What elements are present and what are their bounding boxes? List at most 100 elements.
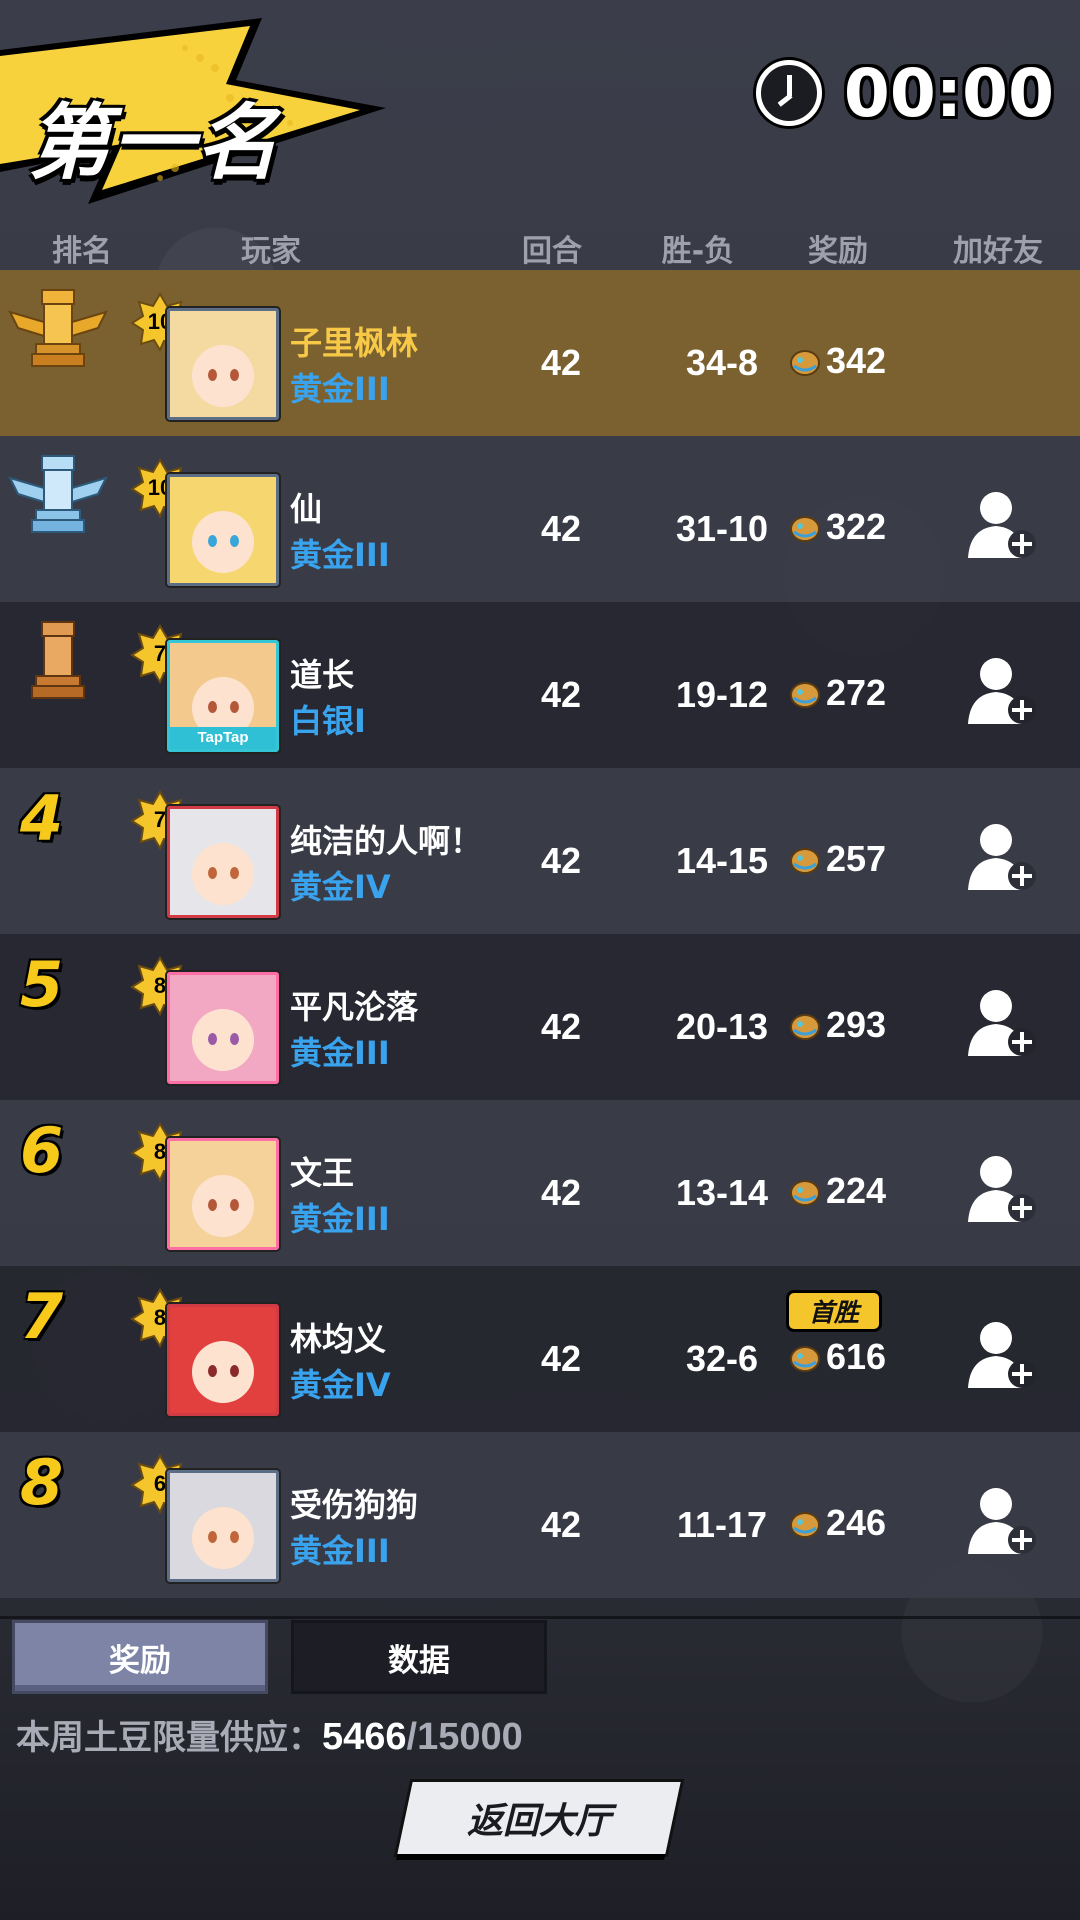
column-headers: 排名 玩家 回合 胜-负 奖励 加好友 [0,226,1080,269]
player-name: 平凡沦落 [290,988,419,1026]
gold-winged-rook-icon [8,289,108,367]
avatar[interactable] [167,1470,279,1582]
player-name: 道长 [290,656,355,694]
supply-current: 5466 [322,1716,407,1758]
add-friend-icon[interactable] [966,820,1038,892]
player-name: 纯洁的人啊！ [290,822,483,860]
tab-data[interactable]: 数据 [291,1620,547,1694]
player-tier: 黄金III [290,1532,390,1570]
player-name: 林均义 [290,1320,387,1358]
add-friend-icon[interactable] [966,488,1038,560]
player-name: 仙 [290,490,323,528]
rank-number: 4 [20,782,64,855]
leaderboard-row[interactable]: 8 6 受伤狗狗 黄金III 42 11-17 246 [0,1432,1080,1598]
avatar[interactable] [167,1138,279,1250]
reward-value: 224 [826,1170,887,1211]
potato-coin-icon [790,1346,820,1372]
placement-title: 第一名 [28,96,280,191]
first-win-badge: 首胜 [786,1290,882,1332]
winloss-value: 14-15 [675,840,769,881]
reward-value: 257 [826,838,887,879]
rounds-value: 42 [540,508,582,549]
back-to-lobby-label: 返回大厅 [466,1801,611,1842]
potato-coin-icon [790,1180,820,1206]
avatar[interactable] [167,972,279,1084]
timer: 00:00 [755,55,1054,132]
rank-number: 5 [20,948,64,1021]
reward-value: 616 [826,1336,887,1377]
add-friend-icon[interactable] [966,986,1038,1058]
potato-coin-icon [790,1512,820,1538]
leaderboard-row[interactable]: 6 8 文王 黄金III 42 13-14 224 [0,1100,1080,1266]
rank-number: 6 [20,1114,64,1187]
reward-value: 322 [826,506,887,547]
winloss-value: 11-17 [676,1504,768,1545]
potato-coin-icon [790,848,820,874]
winloss-value: 13-14 [675,1172,769,1213]
player-name: 受伤狗狗 [290,1486,419,1524]
leaderboard-row[interactable]: 4 7 纯洁的人啊！ 黄金IV 42 14-15 257 [0,768,1080,934]
avatar-frame-label: TapTap [170,727,276,749]
reward-value: 272 [826,672,887,713]
reward: 616 [788,1336,886,1378]
reward: 224 [788,1170,886,1212]
potato-coin-icon [790,1014,820,1040]
header-rounds: 回合 [522,234,582,269]
rank-number: 8 [20,1446,64,1519]
avatar[interactable] [167,474,279,586]
header-add-friend: 加好友 [953,234,1043,269]
reward: 293 [788,1004,886,1046]
avatar[interactable] [167,308,279,420]
placement-banner: 第一名 [0,18,390,208]
potato-coin-icon [790,682,820,708]
avatar[interactable]: TapTap [167,640,279,752]
tab-rewards[interactable]: 奖励 [12,1620,268,1694]
player-tier: 黄金III [290,370,390,408]
reward-value: 246 [826,1502,887,1543]
rounds-value: 42 [540,674,582,715]
winloss-value: 31-10 [675,508,769,549]
player-tier: 黄金III [290,1034,390,1072]
rounds-value: 42 [540,1172,582,1213]
reward: 342 [788,340,886,382]
supply-separator: / [406,1716,418,1758]
reward: 322 [788,506,886,548]
back-to-lobby-button[interactable]: 返回大厅 [397,1782,681,1854]
player-tier: 黄金III [290,536,390,574]
supply-label: 本周土豆限量供应： [16,1718,322,1758]
rounds-value: 42 [540,1006,582,1047]
leaderboard: 10 子里枫林 黄金III 42 34-8 342 10 仙 黄金III 42 … [0,270,1080,1598]
add-friend-icon[interactable] [966,1318,1038,1390]
player-name: 文王 [290,1154,355,1192]
reward-value: 342 [826,340,887,381]
leaderboard-row[interactable]: 7 8 林均义 黄金IV 42 32-6 首胜 616 [0,1266,1080,1432]
weekly-supply: 本周土豆限量供应：5466/15000 [16,1710,523,1759]
leaderboard-row[interactable]: 10 子里枫林 黄金III 42 34-8 342 [0,270,1080,436]
leaderboard-row[interactable]: 7 TapTap 道长 白银I 42 19-12 272 [0,602,1080,768]
rounds-value: 42 [540,840,582,881]
add-friend-icon[interactable] [966,654,1038,726]
add-friend-icon[interactable] [966,1484,1038,1556]
leaderboard-row[interactable]: 5 8 平凡沦落 黄金III 42 20-13 293 [0,934,1080,1100]
leaderboard-row[interactable]: 10 仙 黄金III 42 31-10 322 [0,436,1080,602]
rounds-value: 42 [540,1504,582,1545]
reward: 257 [788,838,886,880]
player-tier: 白银I [290,702,366,740]
add-friend-icon[interactable] [966,1152,1038,1224]
player-tier: 黄金III [290,1200,390,1238]
rank-number: 7 [20,1280,64,1353]
reward-value: 293 [826,1004,887,1045]
potato-coin-icon [790,516,820,542]
rounds-value: 42 [540,1338,582,1379]
player-tier: 黄金IV [290,868,391,906]
bronze-rook-icon [31,621,85,699]
clock-icon [755,60,822,126]
divider [0,1616,1080,1619]
header-winloss: 胜-负 [661,234,735,269]
potato-coin-icon [790,350,820,376]
reward: 246 [788,1502,886,1544]
avatar[interactable] [167,1304,279,1416]
supply-max: 15000 [417,1716,523,1758]
player-tier: 黄金IV [290,1366,391,1404]
avatar[interactable] [167,806,279,918]
